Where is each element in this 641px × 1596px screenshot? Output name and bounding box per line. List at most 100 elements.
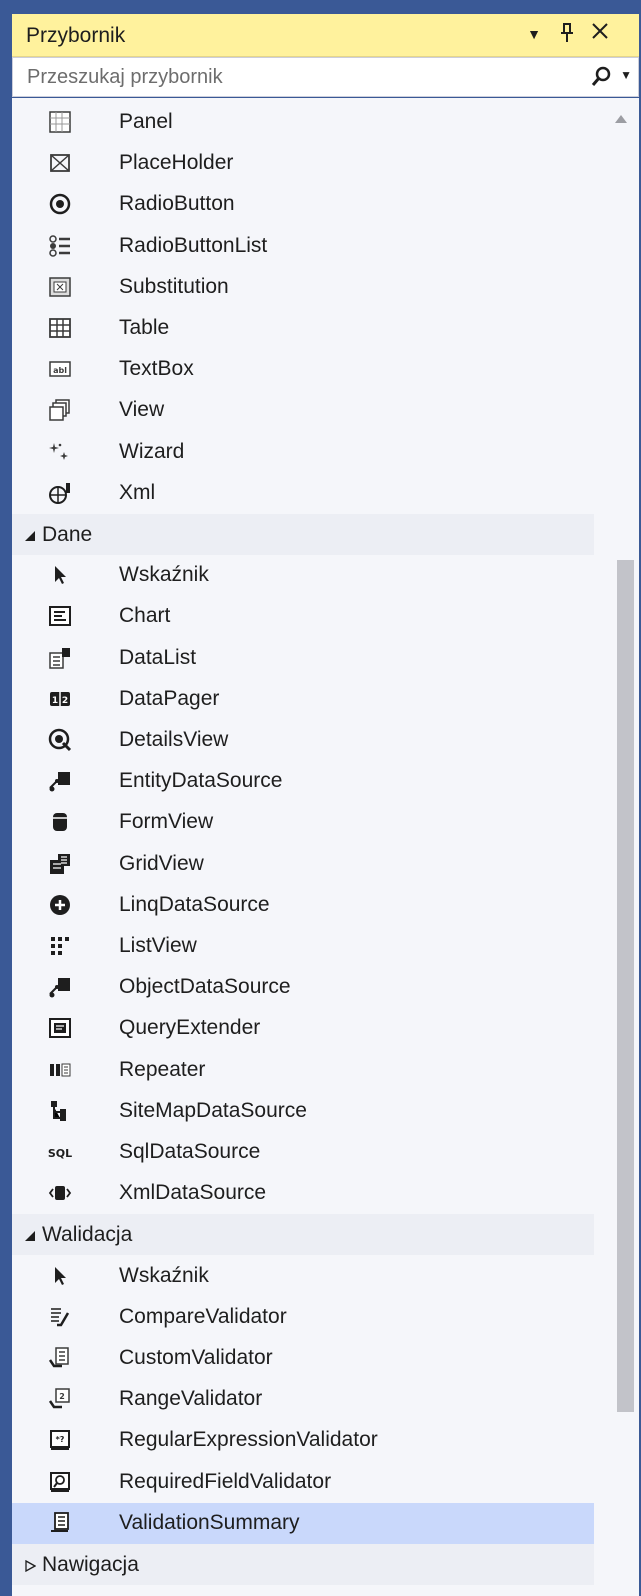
toolbox-item[interactable]: Panel <box>12 102 594 143</box>
toolbox-item-label: PlaceHolder <box>119 151 234 174</box>
view-icon <box>49 399 70 421</box>
toolbox-item-label: LinqDataSource <box>119 893 270 916</box>
toolbox-item[interactable]: abl TextBox <box>12 349 594 390</box>
toolbox-item[interactable]: RadioButton <box>12 184 594 225</box>
toolbox-item[interactable]: 1 2 DataPager <box>12 679 594 720</box>
toolbox-item[interactable]: SiteMapDataSource <box>12 1091 594 1132</box>
toolbox-item-label: Panel <box>119 110 173 133</box>
category-header-nawigacja[interactable]: Nawigacja <box>12 1544 594 1585</box>
toolbox-item[interactable]: ValidationSummary <box>12 1503 594 1544</box>
scroll-up-arrow-icon[interactable] <box>614 114 628 124</box>
toolbox-item[interactable]: Wizard <box>12 432 594 473</box>
scrollbar-thumb[interactable] <box>617 560 634 1412</box>
toolbox-item[interactable]: CompareValidator <box>12 1297 594 1338</box>
toolbox-item-label: DetailsView <box>119 728 229 751</box>
toolbox-item-label: CustomValidator <box>119 1346 273 1369</box>
category-header-dane[interactable]: Dane <box>12 514 594 555</box>
collapsed-triangle-icon[interactable] <box>24 1560 36 1572</box>
toolbox-item-label: RegularExpressionValidator <box>119 1428 378 1451</box>
search-options-dropdown-icon[interactable]: ▼ <box>620 68 632 82</box>
wizard-icon <box>49 443 68 460</box>
toolbox-item-label: Chart <box>119 604 171 627</box>
svg-text:1: 1 <box>52 696 58 706</box>
toolbox-item[interactable]: SQL SqlDataSource <box>12 1132 594 1173</box>
toolbox-item[interactable]: Substitution <box>12 267 594 308</box>
toolbox-item[interactable]: PlaceHolder <box>12 143 594 184</box>
toolbox-item[interactable]: GridView <box>12 844 594 885</box>
toolbox-search-box: ▼ <box>12 57 639 97</box>
toolbox-item[interactable]: CustomValidator <box>12 1338 594 1379</box>
toolbox-item-label: RadioButton <box>119 192 235 215</box>
toolbox-item-label: RangeValidator <box>119 1387 263 1410</box>
toolbox-item-label: GridView <box>119 852 204 875</box>
toolbox-item-label: SiteMapDataSource <box>119 1099 307 1122</box>
pointer-icon <box>55 566 66 584</box>
search-icon[interactable] <box>590 66 612 93</box>
svg-text:2: 2 <box>62 696 68 706</box>
close-glyph <box>592 23 608 39</box>
textbox-icon: abl <box>49 361 71 377</box>
toolbox-item[interactable]: ListView <box>12 926 594 967</box>
toolbox-item[interactable]: *? RegularExpressionValidator <box>12 1420 594 1461</box>
toolbox-item[interactable]: RequiredFieldValidator <box>12 1462 594 1503</box>
pin-icon[interactable] <box>553 22 581 50</box>
toolbox-item[interactable]: 2 RangeValidator <box>12 1379 594 1420</box>
toolbox-item-label: Wskaźnik <box>119 1264 209 1287</box>
toolbox-title-bar[interactable]: Przybornik ▼ <box>12 14 639 57</box>
expanded-triangle-icon[interactable] <box>24 1230 36 1242</box>
comparevalidator-icon <box>51 1308 70 1327</box>
toolbox-item-label: CompareValidator <box>119 1305 287 1328</box>
detailsview-icon <box>48 728 72 752</box>
toolbox-item[interactable]: RadioButtonList <box>12 226 594 267</box>
panel-icon <box>49 111 71 133</box>
toolbox-item[interactable]: ObjectDataSource <box>12 967 594 1008</box>
category-label: Walidacja <box>42 1223 133 1246</box>
toolbox-item[interactable]: EntityDataSource <box>12 761 594 802</box>
svg-text:2: 2 <box>59 1392 65 1401</box>
category-label: Dane <box>42 523 93 546</box>
vertical-scrollbar[interactable] <box>603 98 639 1596</box>
toolbox-item-label: Table <box>119 316 170 339</box>
toolbox-item[interactable]: Wskaźnik <box>12 1256 594 1297</box>
toolbox-item[interactable]: DetailsView <box>12 720 594 761</box>
toolbox-item[interactable]: Repeater <box>12 1050 594 1091</box>
toolbox-item-label: EntityDataSource <box>119 769 283 792</box>
close-icon[interactable] <box>586 22 614 46</box>
datapager-icon: 12 <box>50 692 70 706</box>
toolbox-item-label: RadioButtonList <box>119 234 268 257</box>
toolbox-item-label: View <box>119 398 165 421</box>
window-position-dropdown-icon[interactable]: ▼ <box>520 26 548 42</box>
toolbox-item[interactable]: Xml <box>12 473 594 514</box>
toolbox-item-label: Substitution <box>119 275 229 298</box>
toolbox-item[interactable]: FormView <box>12 802 594 843</box>
toolbox-title: Przybornik <box>26 24 126 47</box>
category-label: Nawigacja <box>42 1553 139 1576</box>
objectdatasource-icon <box>49 978 70 998</box>
toolbox-item-label: ValidationSummary <box>119 1511 300 1534</box>
toolbox-item-label: SqlDataSource <box>119 1140 261 1163</box>
toolbox-item-label: ObjectDataSource <box>119 975 291 998</box>
substitution-icon <box>49 277 71 297</box>
toolbox-item-label: Repeater <box>119 1058 206 1081</box>
toolbox-item[interactable]: XmlDataSource <box>12 1173 594 1214</box>
toolbox-item[interactable]: Chart <box>12 596 594 637</box>
sqldatasource-icon: SQL <box>48 1147 72 1160</box>
pin-glyph <box>561 23 573 42</box>
validationsummary-icon <box>51 1512 69 1532</box>
toolbox-item[interactable]: LinqDataSource <box>12 885 594 926</box>
gridview-icon <box>50 854 70 874</box>
toolbox-item[interactable]: QueryExtender <box>12 1008 594 1049</box>
category-header-walidacja[interactable]: Walidacja <box>12 1214 594 1255</box>
toolbox-item[interactable]: DataList <box>12 638 594 679</box>
toolbox-item[interactable]: View <box>12 390 594 431</box>
toolbox-item[interactable]: Wskaźnik <box>12 555 594 596</box>
search-input[interactable] <box>13 58 587 96</box>
toolbox-item[interactable]: Table <box>12 308 594 349</box>
entitydatasource-icon <box>49 772 70 792</box>
datalist-icon <box>49 648 70 669</box>
svg-text:abl: abl <box>53 366 67 375</box>
expanded-triangle-icon[interactable] <box>24 530 36 542</box>
regularexpressionvalidator-icon: *? <box>50 1430 70 1450</box>
toolbox-item-label: DataPager <box>119 687 220 710</box>
toolbox-item-label: DataList <box>119 646 197 669</box>
